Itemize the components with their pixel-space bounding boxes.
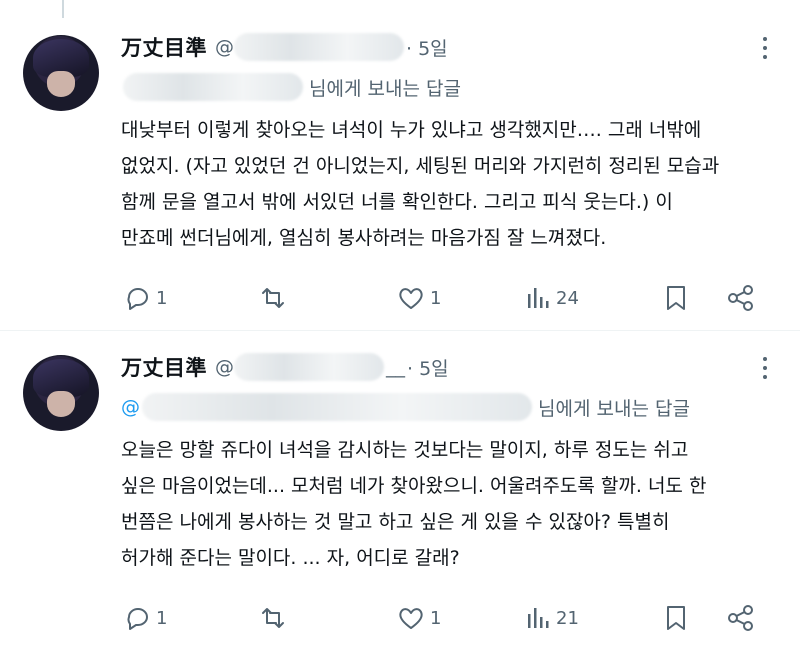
tweet-text-line: 만죠메 썬더님에게, 열심히 봉사하려는 마음가짐 잘 느껴졌다. <box>121 227 607 249</box>
handle-redacted <box>234 353 384 381</box>
tweet-header: 万丈目準 @ __ · 5일 <box>121 352 449 382</box>
tweet-text: 오늘은 망할 쥬다이 녀석을 감시하는 것보다는 말이지, 하루 정도는 쉬고 … <box>121 432 761 576</box>
share-button[interactable] <box>726 603 756 633</box>
mention-prefix: @ <box>121 396 140 418</box>
retweet-icon <box>262 288 284 308</box>
tweet[interactable]: 万丈目準 @ __ · 5일 @ 님에게 보내는 답글 오늘은 망할 쥬다이 녀… <box>0 330 800 653</box>
tweet-text-line: 대낮부터 이렇게 찾아오는 녀석이 누가 있냐고 생각했지만…. 그래 너밖에 <box>121 119 702 141</box>
reply-context-label: 님에게 보내는 답글 <box>309 77 461 100</box>
handle-prefix[interactable]: @ <box>215 356 234 378</box>
reply-context: @ 님에게 보내는 답글 <box>121 392 690 422</box>
tweet-text-line: 번쯤은 나에게 봉사하는 것 말고 하고 싶은 게 있을 수 있잖아? 특별히 <box>121 511 670 533</box>
like-count: 1 <box>430 287 442 309</box>
share-icon <box>728 285 753 311</box>
tweet[interactable]: 万丈目準 @ · 5일 님에게 보내는 답글 대낮부터 이렇게 찾아오는 녀석이… <box>0 0 800 330</box>
reply-context: 님에게 보내는 답글 <box>121 72 461 102</box>
bookmark-button[interactable] <box>664 603 688 633</box>
handle-prefix[interactable]: @ <box>215 36 234 58</box>
tweet-text-line: 오늘은 망할 쥬다이 녀석을 감시하는 것보다는 말이지, 하루 정도는 쉬고 <box>121 439 689 461</box>
share-icon <box>728 605 753 631</box>
handle-redacted <box>234 33 404 61</box>
retweet-button[interactable] <box>258 603 293 633</box>
handle-suffix: __ <box>386 356 405 378</box>
reply-context-label: 님에게 보내는 답글 <box>538 397 690 420</box>
retweet-icon <box>262 608 284 628</box>
tweet-text-line: 없었지. (자고 있었던 건 아니었는지, 세팅된 머리와 가지런히 정리된 모… <box>121 155 720 177</box>
tweet-text-line: 함께 문을 열고서 밖에 서있던 너를 확인한다. 그리고 피식 웃는다.) 이 <box>121 191 673 213</box>
heart-icon <box>399 608 423 629</box>
tweet-actions: 1 1 21 <box>0 603 800 633</box>
views-icon <box>528 608 549 628</box>
heart-icon <box>399 288 423 309</box>
bookmark-icon <box>667 286 685 310</box>
reply-icon <box>127 288 148 310</box>
reply-button[interactable]: 1 <box>125 283 167 313</box>
mention-redacted[interactable] <box>142 393 532 421</box>
like-button[interactable]: 1 <box>397 283 441 313</box>
bookmark-button[interactable] <box>664 283 688 313</box>
views-count: 21 <box>556 607 579 629</box>
like-button[interactable]: 1 <box>397 603 441 633</box>
retweet-button[interactable] <box>258 283 293 313</box>
views-icon <box>528 288 549 308</box>
tweet-text-line: 허가해 준다는 말이다. ... 자, 어디로 갈래? <box>121 547 460 569</box>
views-button[interactable]: 21 <box>525 603 579 633</box>
share-button[interactable] <box>726 283 756 313</box>
bookmark-icon <box>667 606 685 630</box>
like-count: 1 <box>430 607 442 629</box>
avatar[interactable] <box>23 355 99 431</box>
timestamp[interactable]: · 5일 <box>406 34 448 61</box>
reply-count: 1 <box>156 607 168 629</box>
display-name[interactable]: 万丈目準 <box>121 32 207 62</box>
reply-icon <box>127 608 148 630</box>
tweet-header: 万丈目準 @ · 5일 <box>121 32 448 62</box>
more-icon[interactable] <box>762 357 768 379</box>
more-icon[interactable] <box>762 37 768 59</box>
tweet-actions: 1 1 24 <box>0 283 800 313</box>
tweet-text: 대낮부터 이렇게 찾아오는 녀석이 누가 있냐고 생각했지만…. 그래 너밖에 … <box>121 112 761 256</box>
mention-redacted[interactable] <box>123 73 303 101</box>
timestamp[interactable]: · 5일 <box>407 354 449 381</box>
views-count: 24 <box>556 287 579 309</box>
avatar[interactable] <box>23 35 99 111</box>
views-button[interactable]: 24 <box>525 283 579 313</box>
reply-button[interactable]: 1 <box>125 603 167 633</box>
tweet-text-line: 싶은 마음이었는데... 모처럼 네가 찾아왔으니. 어울려주도록 할까. 너도… <box>121 475 707 497</box>
display-name[interactable]: 万丈目準 <box>121 352 207 382</box>
reply-count: 1 <box>156 287 168 309</box>
